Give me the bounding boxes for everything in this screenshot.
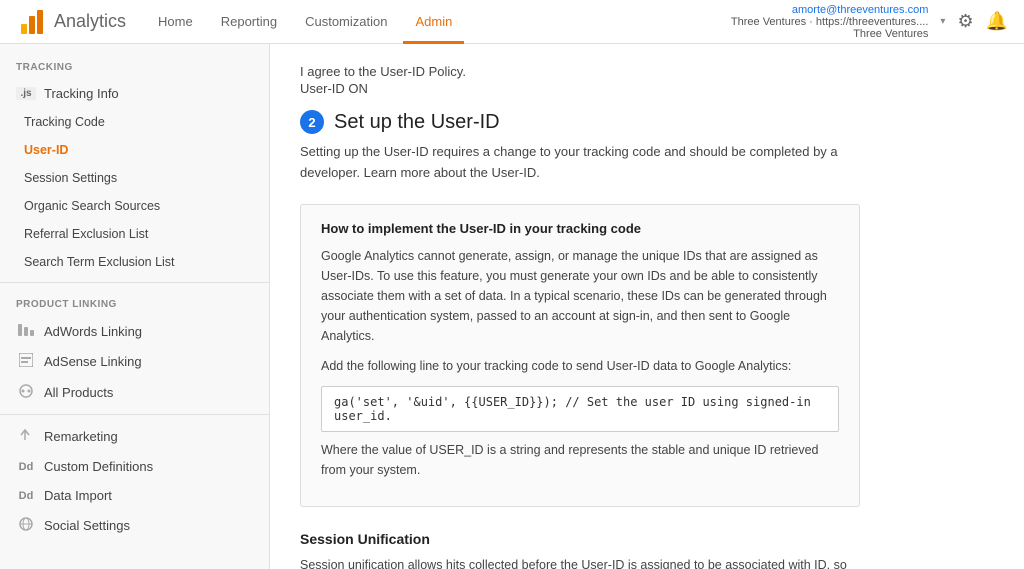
code-snippet[interactable]: ga('set', '&uid', {{USER_ID}}); // Set t… — [321, 386, 839, 432]
user-company: Three Ventures — [731, 28, 929, 40]
all-products-icon — [16, 384, 36, 401]
social-settings-icon — [16, 517, 36, 534]
user-id-status: User-ID ON — [300, 81, 994, 96]
ga-logo-icon — [16, 6, 48, 38]
sidebar-item-session-settings[interactable]: Session Settings — [0, 164, 269, 192]
sidebar-label-organic-search: Organic Search Sources — [24, 199, 160, 213]
layout: Tracking .js Tracking Info Tracking Code… — [0, 44, 1024, 569]
sidebar-label-remarketing: Remarketing — [44, 429, 118, 444]
sidebar-item-user-id[interactable]: User-ID — [0, 136, 269, 164]
header: Analytics Home Reporting Customization A… — [0, 0, 1024, 44]
sidebar: Tracking .js Tracking Info Tracking Code… — [0, 44, 270, 569]
sidebar-label-all-products: All Products — [44, 385, 113, 400]
sidebar-item-remarketing[interactable]: Remarketing — [0, 421, 269, 452]
product-linking-header: PRODUCT LINKING — [0, 289, 269, 316]
sidebar-label-social-settings: Social Settings — [44, 518, 130, 533]
tracking-section-header: Tracking — [0, 52, 269, 79]
sidebar-item-adwords[interactable]: AdWords Linking — [0, 316, 269, 346]
nav-reporting[interactable]: Reporting — [209, 0, 289, 44]
user-dropdown-icon[interactable]: ▾ — [940, 16, 945, 27]
sidebar-item-all-products[interactable]: All Products — [0, 377, 269, 408]
page-description: Setting up the User-ID requires a change… — [300, 142, 900, 184]
info-box-paragraph2: Add the following line to your tracking … — [321, 356, 839, 376]
sidebar-label-session-settings: Session Settings — [24, 171, 117, 185]
user-email[interactable]: amorte@threeventures.com — [731, 4, 929, 16]
remarketing-icon — [16, 428, 36, 445]
session-unification-section: Session Unification Session unification … — [300, 531, 994, 569]
page-title: Set up the User-ID — [334, 111, 500, 134]
main-nav: Home Reporting Customization Admin — [146, 0, 731, 44]
custom-definitions-icon: Dd — [16, 461, 36, 473]
sidebar-label-tracking-code: Tracking Code — [24, 115, 105, 129]
adwords-icon — [16, 323, 36, 339]
sidebar-label-adwords: AdWords Linking — [44, 324, 142, 339]
sidebar-label-tracking-info: Tracking Info — [44, 86, 119, 101]
notifications-icon[interactable]: 🔔 — [986, 11, 1008, 32]
main-content: I agree to the User-ID Policy. User-ID O… — [270, 44, 1024, 569]
sidebar-item-adsense[interactable]: AdSense Linking — [0, 346, 269, 377]
sidebar-item-tracking-code[interactable]: Tracking Code — [0, 108, 269, 136]
info-box-title: How to implement the User-ID in your tra… — [321, 221, 839, 236]
info-box: How to implement the User-ID in your tra… — [300, 204, 860, 507]
user-info: amorte@threeventures.com Three Ventures … — [731, 4, 929, 40]
step-badge: 2 — [300, 110, 324, 134]
sidebar-item-organic-search[interactable]: Organic Search Sources — [0, 192, 269, 220]
adsense-icon — [16, 353, 36, 370]
sidebar-label-user-id: User-ID — [24, 143, 68, 157]
data-import-icon: Dd — [16, 490, 36, 502]
sidebar-label-referral-exclusion: Referral Exclusion List — [24, 227, 148, 241]
session-unification-title: Session Unification — [300, 531, 994, 547]
sidebar-label-custom-definitions: Custom Definitions — [44, 459, 153, 474]
nav-admin[interactable]: Admin — [403, 0, 464, 44]
sidebar-item-tracking-info[interactable]: .js Tracking Info — [0, 79, 269, 108]
settings-icon[interactable]: ⚙ — [957, 11, 973, 32]
logo: Analytics — [16, 6, 126, 38]
session-unification-text: Session unification allows hits collecte… — [300, 555, 860, 569]
sidebar-divider-2 — [0, 414, 269, 415]
policy-link-text[interactable]: I agree to the User-ID Policy. — [300, 64, 994, 79]
sidebar-item-data-import[interactable]: Dd Data Import — [0, 481, 269, 510]
page-header: 2 Set up the User-ID — [300, 110, 994, 134]
sidebar-item-social-settings[interactable]: Social Settings — [0, 510, 269, 541]
policy-text: I agree to the User-ID Policy. — [300, 64, 466, 79]
header-right: amorte@threeventures.com Three Ventures … — [731, 4, 1008, 40]
sidebar-item-referral-exclusion[interactable]: Referral Exclusion List — [0, 220, 269, 248]
nav-customization[interactable]: Customization — [293, 0, 399, 44]
sidebar-item-custom-definitions[interactable]: Dd Custom Definitions — [0, 452, 269, 481]
sidebar-label-search-term: Search Term Exclusion List — [24, 255, 175, 269]
sidebar-item-search-term[interactable]: Search Term Exclusion List — [0, 248, 269, 276]
sidebar-divider-1 — [0, 282, 269, 283]
sidebar-label-adsense: AdSense Linking — [44, 354, 142, 369]
sidebar-label-data-import: Data Import — [44, 488, 112, 503]
info-box-paragraph3: Where the value of USER_ID is a string a… — [321, 440, 839, 480]
info-box-paragraph1: Google Analytics cannot generate, assign… — [321, 246, 839, 346]
js-icon: .js — [16, 87, 36, 100]
user-org: Three Ventures · https://threeventures..… — [731, 16, 929, 28]
nav-home[interactable]: Home — [146, 0, 205, 44]
logo-text: Analytics — [54, 11, 126, 32]
